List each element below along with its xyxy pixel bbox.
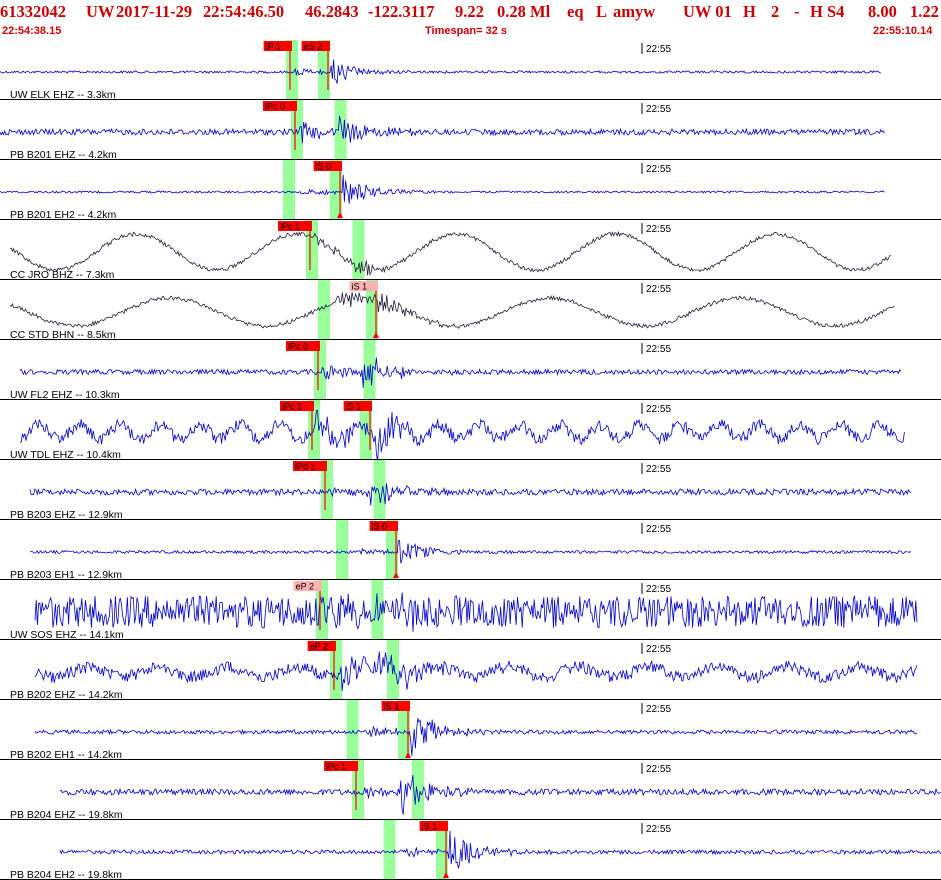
- minute-label: 22:55: [646, 224, 671, 235]
- event-network: UW: [86, 2, 115, 21]
- minute-label: 22:55: [646, 764, 671, 775]
- waveform-panel[interactable]: iP 1 eS 2 22:55UW ELK EHZ -- 3.3kmiPc 0 22:…: [0, 40, 941, 880]
- waveform-trace: [19, 409, 905, 462]
- minute-label: 22:55: [646, 644, 671, 655]
- travel-time-window: [383, 820, 396, 880]
- event-quality: H: [743, 2, 756, 21]
- waveform-trace: [34, 651, 918, 691]
- pick-label[interactable]: eS 2: [304, 42, 323, 52]
- minute-label: 22:55: [646, 524, 671, 535]
- minute-label: 22:55: [646, 284, 671, 295]
- channel-row[interactable]: iS 1 22:55PB B202 EH1 -- 14.2km: [0, 700, 941, 761]
- pick-label[interactable]: iP 1: [266, 42, 281, 52]
- event-rms: 8.00: [868, 2, 897, 21]
- minute-label: 22:55: [646, 704, 671, 715]
- minute-label: 22:55: [646, 464, 671, 475]
- minute-label: 22:55: [646, 404, 671, 415]
- event-latitude: 46.2843: [305, 2, 359, 21]
- travel-time-window: [283, 160, 295, 220]
- timespan-label: Timespan= 32 s: [425, 25, 508, 37]
- event-origin-time: 22:54:46.50: [203, 2, 285, 21]
- minute-label: 22:55: [646, 164, 671, 175]
- minute-label: 22:55: [646, 44, 671, 55]
- pick-label[interactable]: iS 1: [352, 282, 368, 292]
- minute-label: 22:55: [646, 344, 671, 355]
- event-type: eq: [567, 2, 584, 21]
- channel-row[interactable]: eP 2 22:55PB B202 EHZ -- 14.2km: [0, 640, 941, 701]
- pick-label[interactable]: iS 1: [346, 402, 362, 412]
- event-depth: 9.22: [455, 2, 484, 21]
- minute-label: 22:55: [646, 104, 671, 115]
- event-longitude: -122.3117: [368, 2, 435, 21]
- end-time: 22:55:10.14: [873, 25, 933, 37]
- channel-row[interactable]: iPc 0 22:55PB B201 EHZ -- 4.2km: [0, 100, 941, 161]
- channel-row[interactable]: iPc 1 iS 1 22:55UW TDL EHZ -- 10.4km: [0, 400, 941, 462]
- channel-row[interactable]: iPc 0 22:55UW FL2 EHZ -- 10.3km: [0, 340, 941, 401]
- waveform-trace: [29, 483, 912, 506]
- pick-label[interactable]: iPc 0: [288, 342, 308, 352]
- waveform-trace: [0, 59, 881, 84]
- travel-time-window: [346, 700, 359, 760]
- channel-row[interactable]: iPd 1 22:55PB B203 EHZ -- 12.9km: [0, 460, 941, 521]
- time-range-row: 22:54:38.15 Timespan= 32 s 22:55:10.14: [0, 24, 941, 40]
- waveform-trace: [59, 830, 941, 869]
- waveform-trace: [9, 292, 895, 330]
- channel-label: PB B204 EH2 -- 19.8km: [10, 869, 122, 880]
- event-header: 61332042 UW 2017-11-29 22:54:46.50 46.28…: [0, 0, 941, 40]
- channel-row[interactable]: iS 0 22:55PB B203 EH1 -- 12.9km: [0, 520, 941, 581]
- minute-label: 22:55: [646, 584, 671, 595]
- waveform-trace: [34, 718, 918, 756]
- waveform-trace: [29, 540, 912, 564]
- event-source: UW 01: [683, 2, 732, 21]
- pick-label[interactable]: iPc 1: [280, 222, 300, 232]
- pick-label[interactable]: iPc 0: [265, 102, 285, 112]
- channel-row[interactable]: eP 2 22:55UW SOS EHZ -- 14.1km: [0, 580, 941, 641]
- pick-label[interactable]: iPd 1: [295, 462, 316, 472]
- event-author: amyw: [613, 2, 656, 21]
- event-solution: H S4: [810, 2, 845, 21]
- start-time: 22:54:38.15: [2, 25, 62, 37]
- waveform-trace: [0, 115, 885, 144]
- event-err: 1.22: [910, 2, 939, 21]
- pick-label[interactable]: iS 0: [316, 162, 332, 172]
- waveform-trace: [59, 774, 941, 815]
- pick-label[interactable]: eP 2: [296, 582, 314, 592]
- event-magnitude: 0.28 Ml: [497, 2, 551, 21]
- pick-label[interactable]: iS 1: [422, 822, 438, 832]
- travel-time-window: [336, 520, 348, 580]
- waveform-trace: [0, 174, 885, 204]
- event-gtype: L: [596, 2, 608, 21]
- channel-row[interactable]: iPc 1 22:55CC JRO BHZ -- 7.3km: [0, 220, 941, 281]
- channel-row[interactable]: iS 1 22:55CC STD BHN -- 8.5km: [0, 280, 941, 341]
- event-id: 61332042: [0, 2, 66, 21]
- travel-time-window: [363, 340, 376, 400]
- channel-row[interactable]: iP 1 eS 2 22:55UW ELK EHZ -- 3.3km: [0, 40, 941, 101]
- waveform-trace: [9, 230, 891, 276]
- channel-row[interactable]: iS 1 22:55 PB B204 EH2 -- 19.8km: [0, 820, 941, 880]
- channel-row[interactable]: iPc 1 22:55PB B204 EHZ -- 19.8km: [0, 760, 941, 821]
- event-summary-line: 61332042 UW 2017-11-29 22:54:46.50 46.28…: [0, 2, 941, 24]
- event-date: 2017-11-29: [116, 2, 193, 21]
- minute-label: 22:55: [646, 824, 671, 835]
- pick-label[interactable]: iPc 1: [326, 762, 346, 772]
- event-dash: -: [794, 2, 800, 21]
- waveform-trace: [34, 592, 918, 632]
- pick-label[interactable]: iPc 1: [282, 402, 302, 412]
- channel-row[interactable]: iS 0 22:55PB B201 EH2 -- 4.2km: [0, 160, 941, 221]
- waveform-trace: [19, 357, 902, 388]
- event-version: 2: [771, 2, 780, 21]
- pick-label[interactable]: eP 2: [310, 642, 328, 652]
- pick-label[interactable]: iS 1: [384, 702, 400, 712]
- pick-label[interactable]: iS 0: [372, 522, 388, 532]
